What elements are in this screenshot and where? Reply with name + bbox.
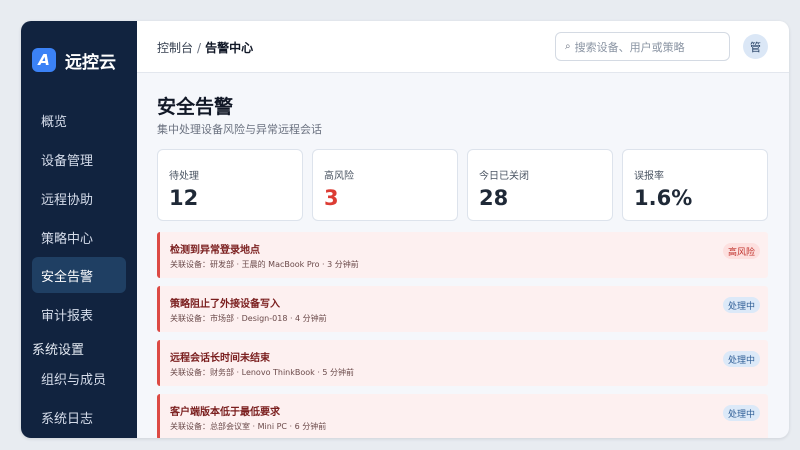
breadcrumb-current: 告警中心 — [205, 41, 254, 55]
alert-title: 检测到异常登录地点 — [170, 245, 260, 256]
stat-card-high-risk: 高风险 3 — [312, 149, 458, 221]
sidebar-item-system-log[interactable]: 系统日志 — [32, 399, 126, 435]
alert-meta: 关联设备：财务部 · Lenovo ThinkBook · 5 分钟前 — [170, 368, 355, 377]
search-input[interactable]: ⌕ 搜索设备、用户或策略 — [555, 32, 730, 61]
status-badge: 处理中 — [722, 351, 760, 367]
sidebar-item-security-alerts[interactable]: 安全告警 — [32, 257, 126, 293]
brand-name: 远控云 — [65, 52, 116, 73]
status-badge: 高风险 — [722, 243, 760, 259]
alert-title: 客户端版本低于最低要求 — [170, 407, 280, 418]
sidebar-section-settings: 系统设置 — [32, 343, 85, 358]
status-badge: 处理中 — [722, 297, 760, 313]
sidebar-item-org-members[interactable]: 组织与成员 — [32, 360, 126, 396]
page-subtitle: 集中处理设备风险与异常远程会话 — [157, 123, 322, 136]
sidebar-item-devices[interactable]: 设备管理 — [32, 141, 126, 177]
app-window: A 远控云 概览 设备管理 远程协助 策略中心 安全告警 审计报表 系统设置 组… — [21, 21, 789, 438]
status-badge: 处理中 — [722, 405, 760, 421]
alert-item[interactable]: 客户端版本低于最低要求 关联设备：总部会议室 · Mini PC · 6 分钟前… — [157, 394, 768, 438]
alert-meta: 关联设备：总部会议室 · Mini PC · 6 分钟前 — [170, 422, 327, 431]
stat-value: 12 — [169, 186, 199, 210]
breadcrumb-separator: / — [197, 41, 202, 55]
sidebar-item-policy[interactable]: 策略中心 — [32, 219, 126, 255]
alert-meta: 关联设备：研发部 · 王晨的 MacBook Pro · 3 分钟前 — [170, 260, 359, 269]
alert-item[interactable]: 远程会话长时间未结束 关联设备：财务部 · Lenovo ThinkBook ·… — [157, 340, 768, 386]
stat-label: 待处理 — [169, 171, 199, 182]
alert-title: 远程会话长时间未结束 — [170, 353, 270, 364]
stat-card-closed-today: 今日已关闭 28 — [467, 149, 613, 221]
stat-card-pending: 待处理 12 — [157, 149, 303, 221]
search-placeholder: 搜索设备、用户或策略 — [574, 40, 685, 54]
stat-value: 3 — [324, 186, 339, 210]
brand[interactable]: A 远控云 — [32, 48, 116, 73]
alert-item[interactable]: 检测到异常登录地点 关联设备：研发部 · 王晨的 MacBook Pro · 3… — [157, 232, 768, 278]
breadcrumb-parent[interactable]: 控制台 — [157, 41, 193, 55]
stat-card-false-positive: 误报率 1.6% — [622, 149, 768, 221]
stat-label: 高风险 — [324, 171, 354, 182]
sidebar-item-remote-assist[interactable]: 远程协助 — [32, 180, 126, 216]
breadcrumb: 控制台 / 告警中心 — [157, 39, 253, 56]
page-title: 安全告警 — [157, 96, 234, 118]
sidebar-item-audit[interactable]: 审计报表 — [32, 296, 126, 332]
alert-meta: 关联设备：市场部 · Design-018 · 4 分钟前 — [170, 314, 327, 323]
alert-title: 策略阻止了外接设备写入 — [170, 299, 280, 310]
search-icon: ⌕ — [565, 41, 571, 52]
stat-value: 1.6% — [634, 186, 693, 210]
stat-label: 今日已关闭 — [479, 171, 529, 182]
avatar[interactable]: 管 — [743, 34, 768, 59]
brand-logo-icon: A — [32, 48, 56, 72]
stat-label: 误报率 — [634, 171, 664, 182]
top-header: 控制台 / 告警中心 ⌕ 搜索设备、用户或策略 管 — [137, 21, 789, 73]
alert-item[interactable]: 策略阻止了外接设备写入 关联设备：市场部 · Design-018 · 4 分钟… — [157, 286, 768, 332]
stat-value: 28 — [479, 186, 509, 210]
sidebar: A 远控云 概览 设备管理 远程协助 策略中心 安全告警 审计报表 系统设置 组… — [21, 21, 137, 438]
sidebar-item-overview[interactable]: 概览 — [32, 102, 126, 138]
